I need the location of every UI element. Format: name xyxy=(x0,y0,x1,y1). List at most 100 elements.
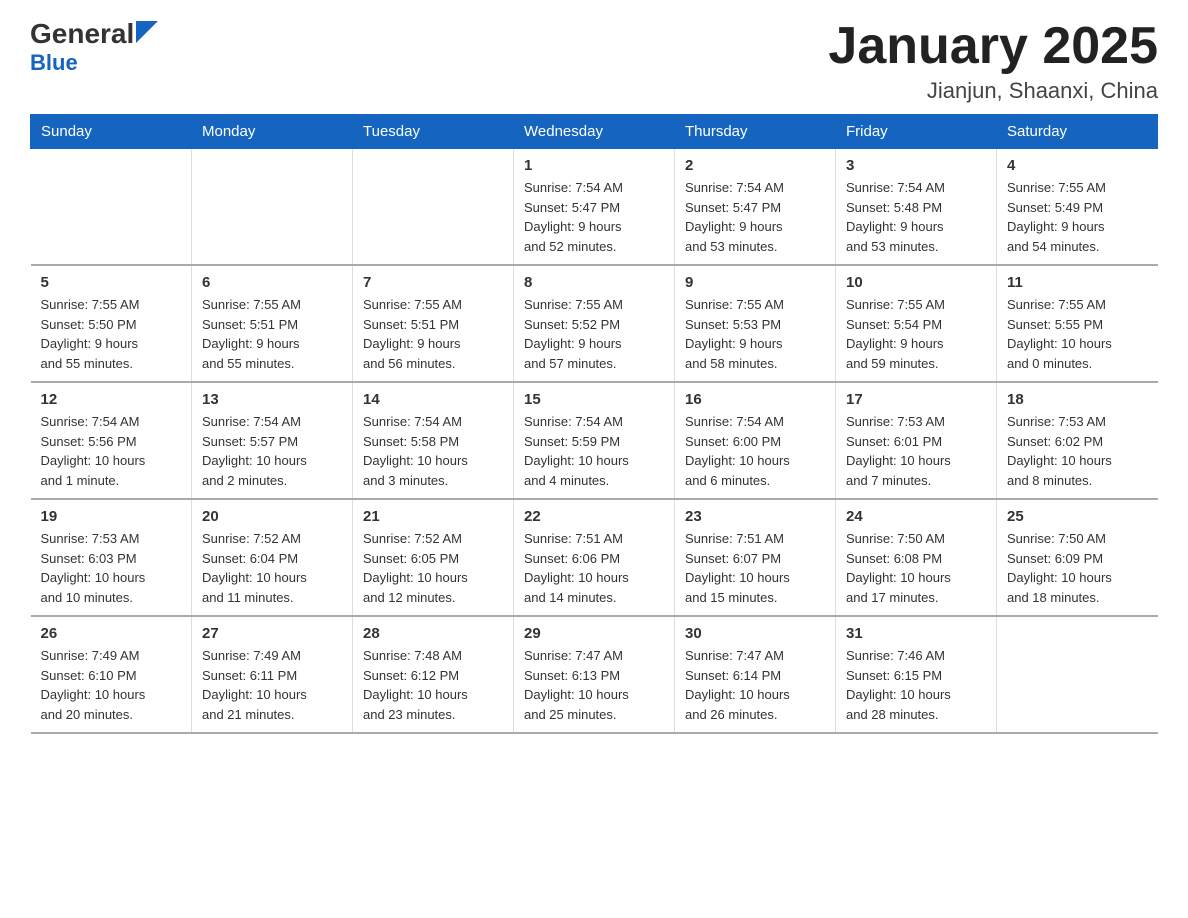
day-number: 24 xyxy=(846,508,986,525)
header-monday: Monday xyxy=(192,115,353,149)
calendar-cell: 24 Sunrise: 7:50 AM Sunset: 6:08 PM Dayli… xyxy=(836,499,997,616)
calendar-cell xyxy=(997,616,1158,733)
calendar-cell: 25 Sunrise: 7:50 AM Sunset: 6:09 PM Dayli… xyxy=(997,499,1158,616)
calendar-cell: 23Sunrise: 7:51 AM Sunset: 6:07 PM Dayli… xyxy=(675,499,836,616)
day-info: Sunrise: 7:55 AM Sunset: 5:49 PM Dayligh… xyxy=(1007,178,1148,256)
day-info: Sunrise: 7:48 AM Sunset: 6:12 PM Dayligh… xyxy=(363,646,503,724)
day-number: 9 xyxy=(685,274,825,291)
calendar-cell: 16Sunrise: 7:54 AM Sunset: 6:00 PM Dayli… xyxy=(675,382,836,499)
day-number: 14 xyxy=(363,391,503,408)
day-number: 28 xyxy=(363,625,503,642)
day-info: Sunrise: 7:54 AM Sunset: 6:00 PM Dayligh… xyxy=(685,412,825,490)
header-thursday: Thursday xyxy=(675,115,836,149)
calendar-cell: 31 Sunrise: 7:46 AM Sunset: 6:15 PM Dayli… xyxy=(836,616,997,733)
header-saturday: Saturday xyxy=(997,115,1158,149)
day-info: Sunrise: 7:47 AM Sunset: 6:14 PM Dayligh… xyxy=(685,646,825,724)
day-info: Sunrise: 7:49 AM Sunset: 6:10 PM Dayligh… xyxy=(41,646,182,724)
calendar-table: SundayMondayTuesdayWednesdayThursdayFrid… xyxy=(30,114,1158,734)
calendar-cell: 10Sunrise: 7:55 AM Sunset: 5:54 PM Dayli… xyxy=(836,265,997,382)
day-info: Sunrise: 7:55 AM Sunset: 5:55 PM Dayligh… xyxy=(1007,295,1148,373)
day-number: 21 xyxy=(363,508,503,525)
day-info: Sunrise: 7:46 AM Sunset: 6:15 PM Dayligh… xyxy=(846,646,986,724)
header-tuesday: Tuesday xyxy=(353,115,514,149)
calendar-cell: 9 Sunrise: 7:55 AM Sunset: 5:53 PM Daylig… xyxy=(675,265,836,382)
day-info: Sunrise: 7:53 AM Sunset: 6:02 PM Dayligh… xyxy=(1007,412,1148,490)
calendar-cell: 8 Sunrise: 7:55 AM Sunset: 5:52 PM Daylig… xyxy=(514,265,675,382)
day-info: Sunrise: 7:55 AM Sunset: 5:51 PM Dayligh… xyxy=(363,295,503,373)
calendar-cell: 22 Sunrise: 7:51 AM Sunset: 6:06 PM Dayli… xyxy=(514,499,675,616)
logo-blue: Blue xyxy=(30,50,78,76)
calendar-cell xyxy=(31,149,192,266)
calendar-cell: 19 Sunrise: 7:53 AM Sunset: 6:03 PM Dayli… xyxy=(31,499,192,616)
day-info: Sunrise: 7:55 AM Sunset: 5:54 PM Dayligh… xyxy=(846,295,986,373)
calendar-title: January 2025 xyxy=(828,20,1158,72)
header-sunday: Sunday xyxy=(31,115,192,149)
week-row-5: 26 Sunrise: 7:49 AM Sunset: 6:10 PM Dayli… xyxy=(31,616,1158,733)
logo: General Blue xyxy=(30,20,158,76)
day-info: Sunrise: 7:54 AM Sunset: 5:47 PM Dayligh… xyxy=(685,178,825,256)
day-number: 11 xyxy=(1007,274,1148,291)
calendar-cell: 26 Sunrise: 7:49 AM Sunset: 6:10 PM Dayli… xyxy=(31,616,192,733)
day-info: Sunrise: 7:53 AM Sunset: 6:01 PM Dayligh… xyxy=(846,412,986,490)
calendar-cell: 3 Sunrise: 7:54 AM Sunset: 5:48 PM Daylig… xyxy=(836,149,997,266)
calendar-cell: 13 Sunrise: 7:54 AM Sunset: 5:57 PM Dayli… xyxy=(192,382,353,499)
day-info: Sunrise: 7:55 AM Sunset: 5:53 PM Dayligh… xyxy=(685,295,825,373)
day-number: 6 xyxy=(202,274,342,291)
day-number: 8 xyxy=(524,274,664,291)
calendar-cell: 20Sunrise: 7:52 AM Sunset: 6:04 PM Dayli… xyxy=(192,499,353,616)
day-number: 19 xyxy=(41,508,182,525)
week-row-4: 19 Sunrise: 7:53 AM Sunset: 6:03 PM Dayli… xyxy=(31,499,1158,616)
day-number: 3 xyxy=(846,157,986,174)
day-number: 27 xyxy=(202,625,342,642)
calendar-cell: 7Sunrise: 7:55 AM Sunset: 5:51 PM Daylig… xyxy=(353,265,514,382)
calendar-cell: 4 Sunrise: 7:55 AM Sunset: 5:49 PM Daylig… xyxy=(997,149,1158,266)
calendar-cell: 14 Sunrise: 7:54 AM Sunset: 5:58 PM Dayli… xyxy=(353,382,514,499)
day-info: Sunrise: 7:54 AM Sunset: 5:58 PM Dayligh… xyxy=(363,412,503,490)
day-info: Sunrise: 7:50 AM Sunset: 6:08 PM Dayligh… xyxy=(846,529,986,607)
week-row-3: 12Sunrise: 7:54 AM Sunset: 5:56 PM Dayli… xyxy=(31,382,1158,499)
day-info: Sunrise: 7:51 AM Sunset: 6:06 PM Dayligh… xyxy=(524,529,664,607)
day-info: Sunrise: 7:54 AM Sunset: 5:47 PM Dayligh… xyxy=(524,178,664,256)
day-number: 18 xyxy=(1007,391,1148,408)
calendar-cell: 29Sunrise: 7:47 AM Sunset: 6:13 PM Dayli… xyxy=(514,616,675,733)
day-number: 1 xyxy=(524,157,664,174)
day-number: 2 xyxy=(685,157,825,174)
day-info: Sunrise: 7:55 AM Sunset: 5:52 PM Dayligh… xyxy=(524,295,664,373)
day-number: 22 xyxy=(524,508,664,525)
calendar-cell: 17 Sunrise: 7:53 AM Sunset: 6:01 PM Dayli… xyxy=(836,382,997,499)
calendar-cell: 18 Sunrise: 7:53 AM Sunset: 6:02 PM Dayli… xyxy=(997,382,1158,499)
day-info: Sunrise: 7:54 AM Sunset: 5:57 PM Dayligh… xyxy=(202,412,342,490)
calendar-cell: 28 Sunrise: 7:48 AM Sunset: 6:12 PM Dayli… xyxy=(353,616,514,733)
day-number: 4 xyxy=(1007,157,1148,174)
calendar-cell: 21 Sunrise: 7:52 AM Sunset: 6:05 PM Dayli… xyxy=(353,499,514,616)
day-number: 17 xyxy=(846,391,986,408)
day-info: Sunrise: 7:47 AM Sunset: 6:13 PM Dayligh… xyxy=(524,646,664,724)
header-wednesday: Wednesday xyxy=(514,115,675,149)
week-row-1: 1 Sunrise: 7:54 AM Sunset: 5:47 PM Daylig… xyxy=(31,149,1158,266)
calendar-header-row: SundayMondayTuesdayWednesdayThursdayFrid… xyxy=(31,115,1158,149)
day-number: 25 xyxy=(1007,508,1148,525)
day-info: Sunrise: 7:54 AM Sunset: 5:56 PM Dayligh… xyxy=(41,412,182,490)
day-info: Sunrise: 7:54 AM Sunset: 5:59 PM Dayligh… xyxy=(524,412,664,490)
logo-triangle-icon xyxy=(136,21,158,43)
day-number: 13 xyxy=(202,391,342,408)
calendar-cell xyxy=(353,149,514,266)
day-number: 5 xyxy=(41,274,182,291)
calendar-cell xyxy=(192,149,353,266)
day-info: Sunrise: 7:52 AM Sunset: 6:04 PM Dayligh… xyxy=(202,529,342,607)
day-info: Sunrise: 7:55 AM Sunset: 5:50 PM Dayligh… xyxy=(41,295,182,373)
calendar-cell: 12Sunrise: 7:54 AM Sunset: 5:56 PM Dayli… xyxy=(31,382,192,499)
day-info: Sunrise: 7:55 AM Sunset: 5:51 PM Dayligh… xyxy=(202,295,342,373)
day-info: Sunrise: 7:52 AM Sunset: 6:05 PM Dayligh… xyxy=(363,529,503,607)
page-header: General Blue January 2025 Jianjun, Shaan… xyxy=(30,20,1158,104)
day-info: Sunrise: 7:50 AM Sunset: 6:09 PM Dayligh… xyxy=(1007,529,1148,607)
day-info: Sunrise: 7:54 AM Sunset: 5:48 PM Dayligh… xyxy=(846,178,986,256)
day-number: 26 xyxy=(41,625,182,642)
day-info: Sunrise: 7:53 AM Sunset: 6:03 PM Dayligh… xyxy=(41,529,182,607)
day-number: 31 xyxy=(846,625,986,642)
logo-name: General xyxy=(30,20,134,48)
calendar-cell: 27 Sunrise: 7:49 AM Sunset: 6:11 PM Dayli… xyxy=(192,616,353,733)
calendar-cell: 15Sunrise: 7:54 AM Sunset: 5:59 PM Dayli… xyxy=(514,382,675,499)
day-number: 23 xyxy=(685,508,825,525)
day-info: Sunrise: 7:49 AM Sunset: 6:11 PM Dayligh… xyxy=(202,646,342,724)
